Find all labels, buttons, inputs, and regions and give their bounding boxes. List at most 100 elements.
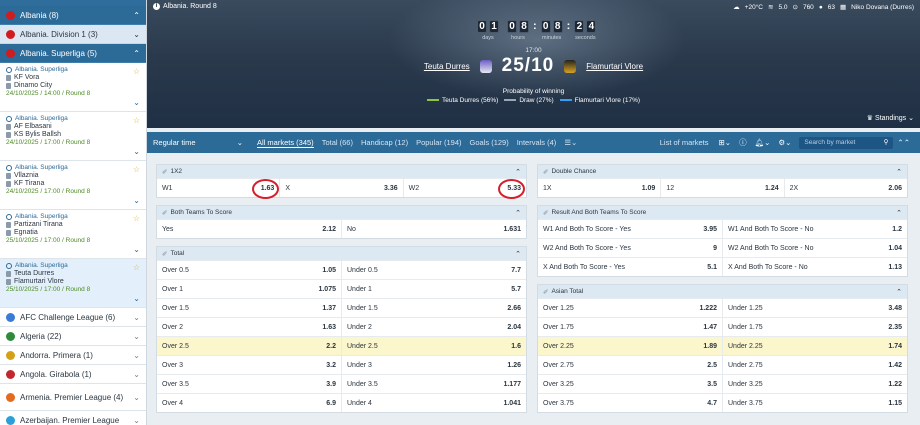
odds-cell[interactable]: Under 4 1.041 [341,394,526,412]
away-team-link[interactable]: Flamurtari Vlore [586,62,643,71]
chevron-up-icon[interactable]: ⌃ [896,209,902,217]
odds-cell[interactable]: Over 1 1.075 [157,280,341,298]
odds-cell[interactable]: Over 2.25 1.89 [538,337,722,355]
sidebar-league-item[interactable]: AFC Challenge League (6) ⌄ [0,308,146,327]
odds-cell[interactable]: X 3.36 [279,179,402,197]
gear-icon[interactable]: ⚙⌄ [778,138,791,147]
star-icon[interactable]: ☆ [133,214,140,223]
odds-cell[interactable]: Over 2 1.63 [157,318,341,336]
sidebar-match-item[interactable]: Albania. Superliga KF Vora Dinamo City 24/1… [0,63,146,112]
menu-icon[interactable]: ☰⌄ [564,138,577,147]
odds-cell[interactable]: Under 2.5 1.6 [341,337,526,355]
odds-cell[interactable]: Under 1.75 2.35 [722,318,907,336]
odds-cell[interactable]: W1 And Both To Score - Yes 3.95 [538,220,722,238]
odds-cell[interactable]: Over 3.75 4.7 [538,394,722,412]
market-header[interactable]: ✐ Double Chance ⌃ [538,165,907,178]
sidebar-league-item[interactable]: Armenia. Premier League (4) ⌄ [0,384,146,411]
odds-cell[interactable]: W2 And Both To Score - Yes 9 [538,239,722,257]
star-icon[interactable]: ☆ [133,67,140,76]
sidebar-league-superliga[interactable]: Albania. Superliga (5) ⌃ [0,44,146,63]
sidebar-match-item[interactable]: Albania. Superliga Vllaznia KF Tirana 24/10… [0,161,146,210]
sidebar-league-division1[interactable]: Albania. Division 1 (3) ⌄ [0,25,146,44]
odds-cell[interactable]: W1 1.63 [157,178,279,199]
chevron-down-icon[interactable]: ⌄ [133,294,140,303]
standings-button[interactable]: ♛ Standings ⌄ [867,114,914,122]
odds-cell[interactable]: X And Both To Score - Yes 5.1 [538,258,722,276]
odds-cell[interactable]: Over 1.75 1.47 [538,318,722,336]
chevron-up-icon[interactable]: ⌃ [896,288,902,296]
list-of-markets-link[interactable]: List of markets [660,138,709,147]
home-team-link[interactable]: Teuta Durres [424,62,470,71]
odds-cell[interactable]: Under 1.25 3.48 [722,299,907,317]
bell-icon[interactable]: 🔔︎⌄ [755,138,771,147]
chevron-down-icon[interactable]: ⌄ [133,147,140,156]
odds-cell[interactable]: Under 2.25 1.74 [722,337,907,355]
sidebar-match-item[interactable]: Albania. Superliga AF Elbasani KS Bylis Ba… [0,112,146,161]
odds-cell[interactable]: Over 1.5 1.37 [157,299,341,317]
odds-cell[interactable]: Under 2.75 1.42 [722,356,907,374]
market-tab[interactable]: Handicap (12) [361,138,408,148]
market-tab[interactable]: Popular (194) [416,138,461,148]
odds-cell[interactable]: Over 0.5 1.05 [157,261,341,279]
odds-cell[interactable]: No 1.631 [341,220,526,238]
market-header[interactable]: ✐ Asian Total ⌃ [538,285,907,298]
odds-cell[interactable]: Over 3 3.2 [157,356,341,374]
sidebar-league-item[interactable]: Andorra. Primera (1) ⌄ [0,346,146,365]
odds-cell[interactable]: 2X 2.06 [783,179,907,197]
market-header[interactable]: ✐ Both Teams To Score ⌃ [157,206,526,219]
chevron-down-icon[interactable]: ⌄ [133,98,140,107]
odds-cell[interactable]: 12 1.24 [660,179,783,197]
odds-cell[interactable]: Under 1.5 2.66 [341,299,526,317]
odds-cell[interactable]: Over 4 6.9 [157,394,341,412]
market-tab[interactable]: Intervals (4) [517,138,557,148]
odds-cell[interactable]: Over 2.75 2.5 [538,356,722,374]
pin-icon[interactable]: ✐ [543,168,548,176]
market-header[interactable]: ✐ Result And Both Teams To Score ⌃ [538,206,907,219]
odds-cell[interactable]: Under 3 1.26 [341,356,526,374]
odds-cell[interactable]: Over 1.25 1.222 [538,299,722,317]
pin-icon[interactable]: ✐ [543,288,548,296]
star-icon[interactable]: ☆ [133,116,140,125]
pin-icon[interactable]: ✐ [543,209,548,217]
odds-cell[interactable]: Under 3.25 1.22 [722,375,907,393]
chevron-up-icon[interactable]: ⌃ [896,168,902,176]
odds-cell[interactable]: W2 And Both To Score - No 1.04 [722,239,907,257]
odds-cell[interactable]: Under 0.5 7.7 [341,261,526,279]
chevron-up-icon[interactable]: ⌃ [515,168,521,176]
market-tab[interactable]: All markets (345) [257,138,314,148]
pin-icon[interactable]: ✐ [162,209,167,217]
sidebar-match-item[interactable]: Albania. Superliga Partizani Tirana Egnati… [0,210,146,259]
odds-cell[interactable]: Under 2 2.04 [341,318,526,336]
sidebar-country-albania[interactable]: Albania (8) ⌃ [0,6,146,25]
sidebar-match-item[interactable]: Albania. Superliga Teuta Durres Flamurtari… [0,259,146,308]
sidebar-league-item[interactable]: Azerbaijan. Premier League ⌄ [0,411,146,425]
chevron-down-icon[interactable]: ⌄ [133,196,140,205]
star-icon[interactable]: ☆ [133,165,140,174]
market-header[interactable]: ✐ 1X2 ⌃ [157,165,526,178]
pin-icon[interactable]: ✐ [162,250,167,258]
layout-icon[interactable]: ⊞⌄ [719,138,732,147]
info-icon[interactable]: ⓘ [739,137,747,148]
market-header[interactable]: ✐ Total ⌃ [157,247,526,260]
pin-icon[interactable]: ✐ [162,168,167,176]
period-select[interactable]: Regular time ⌄ [153,138,249,147]
market-search-input[interactable]: Search by market ⚲ [799,136,894,149]
odds-cell[interactable]: Under 1 5.7 [341,280,526,298]
odds-cell[interactable]: Over 2.5 2.2 [157,337,341,355]
odds-cell[interactable]: W2 5.33 [402,178,526,199]
market-tab[interactable]: Total (66) [322,138,353,148]
chevron-up-icon[interactable]: ⌃ [515,250,521,258]
odds-cell[interactable]: X And Both To Score - No 1.13 [722,258,907,276]
odds-cell[interactable]: Over 3.25 3.5 [538,375,722,393]
chevron-up-icon[interactable]: ⌃ [515,209,521,217]
sidebar-league-item[interactable]: Angola. Girabola (1) ⌄ [0,365,146,384]
sidebar-league-item[interactable]: Algeria (22) ⌄ [0,327,146,346]
odds-cell[interactable]: Under 3.5 1.177 [341,375,526,393]
collapse-icon[interactable]: ⌃⌃ [897,138,910,147]
odds-cell[interactable]: Under 3.75 1.15 [722,394,907,412]
info-icon[interactable]: i [153,3,160,10]
odds-cell[interactable]: Over 3.5 3.9 [157,375,341,393]
chevron-down-icon[interactable]: ⌄ [133,245,140,254]
odds-cell[interactable]: W1 And Both To Score - No 1.2 [722,220,907,238]
star-icon[interactable]: ☆ [133,263,140,272]
